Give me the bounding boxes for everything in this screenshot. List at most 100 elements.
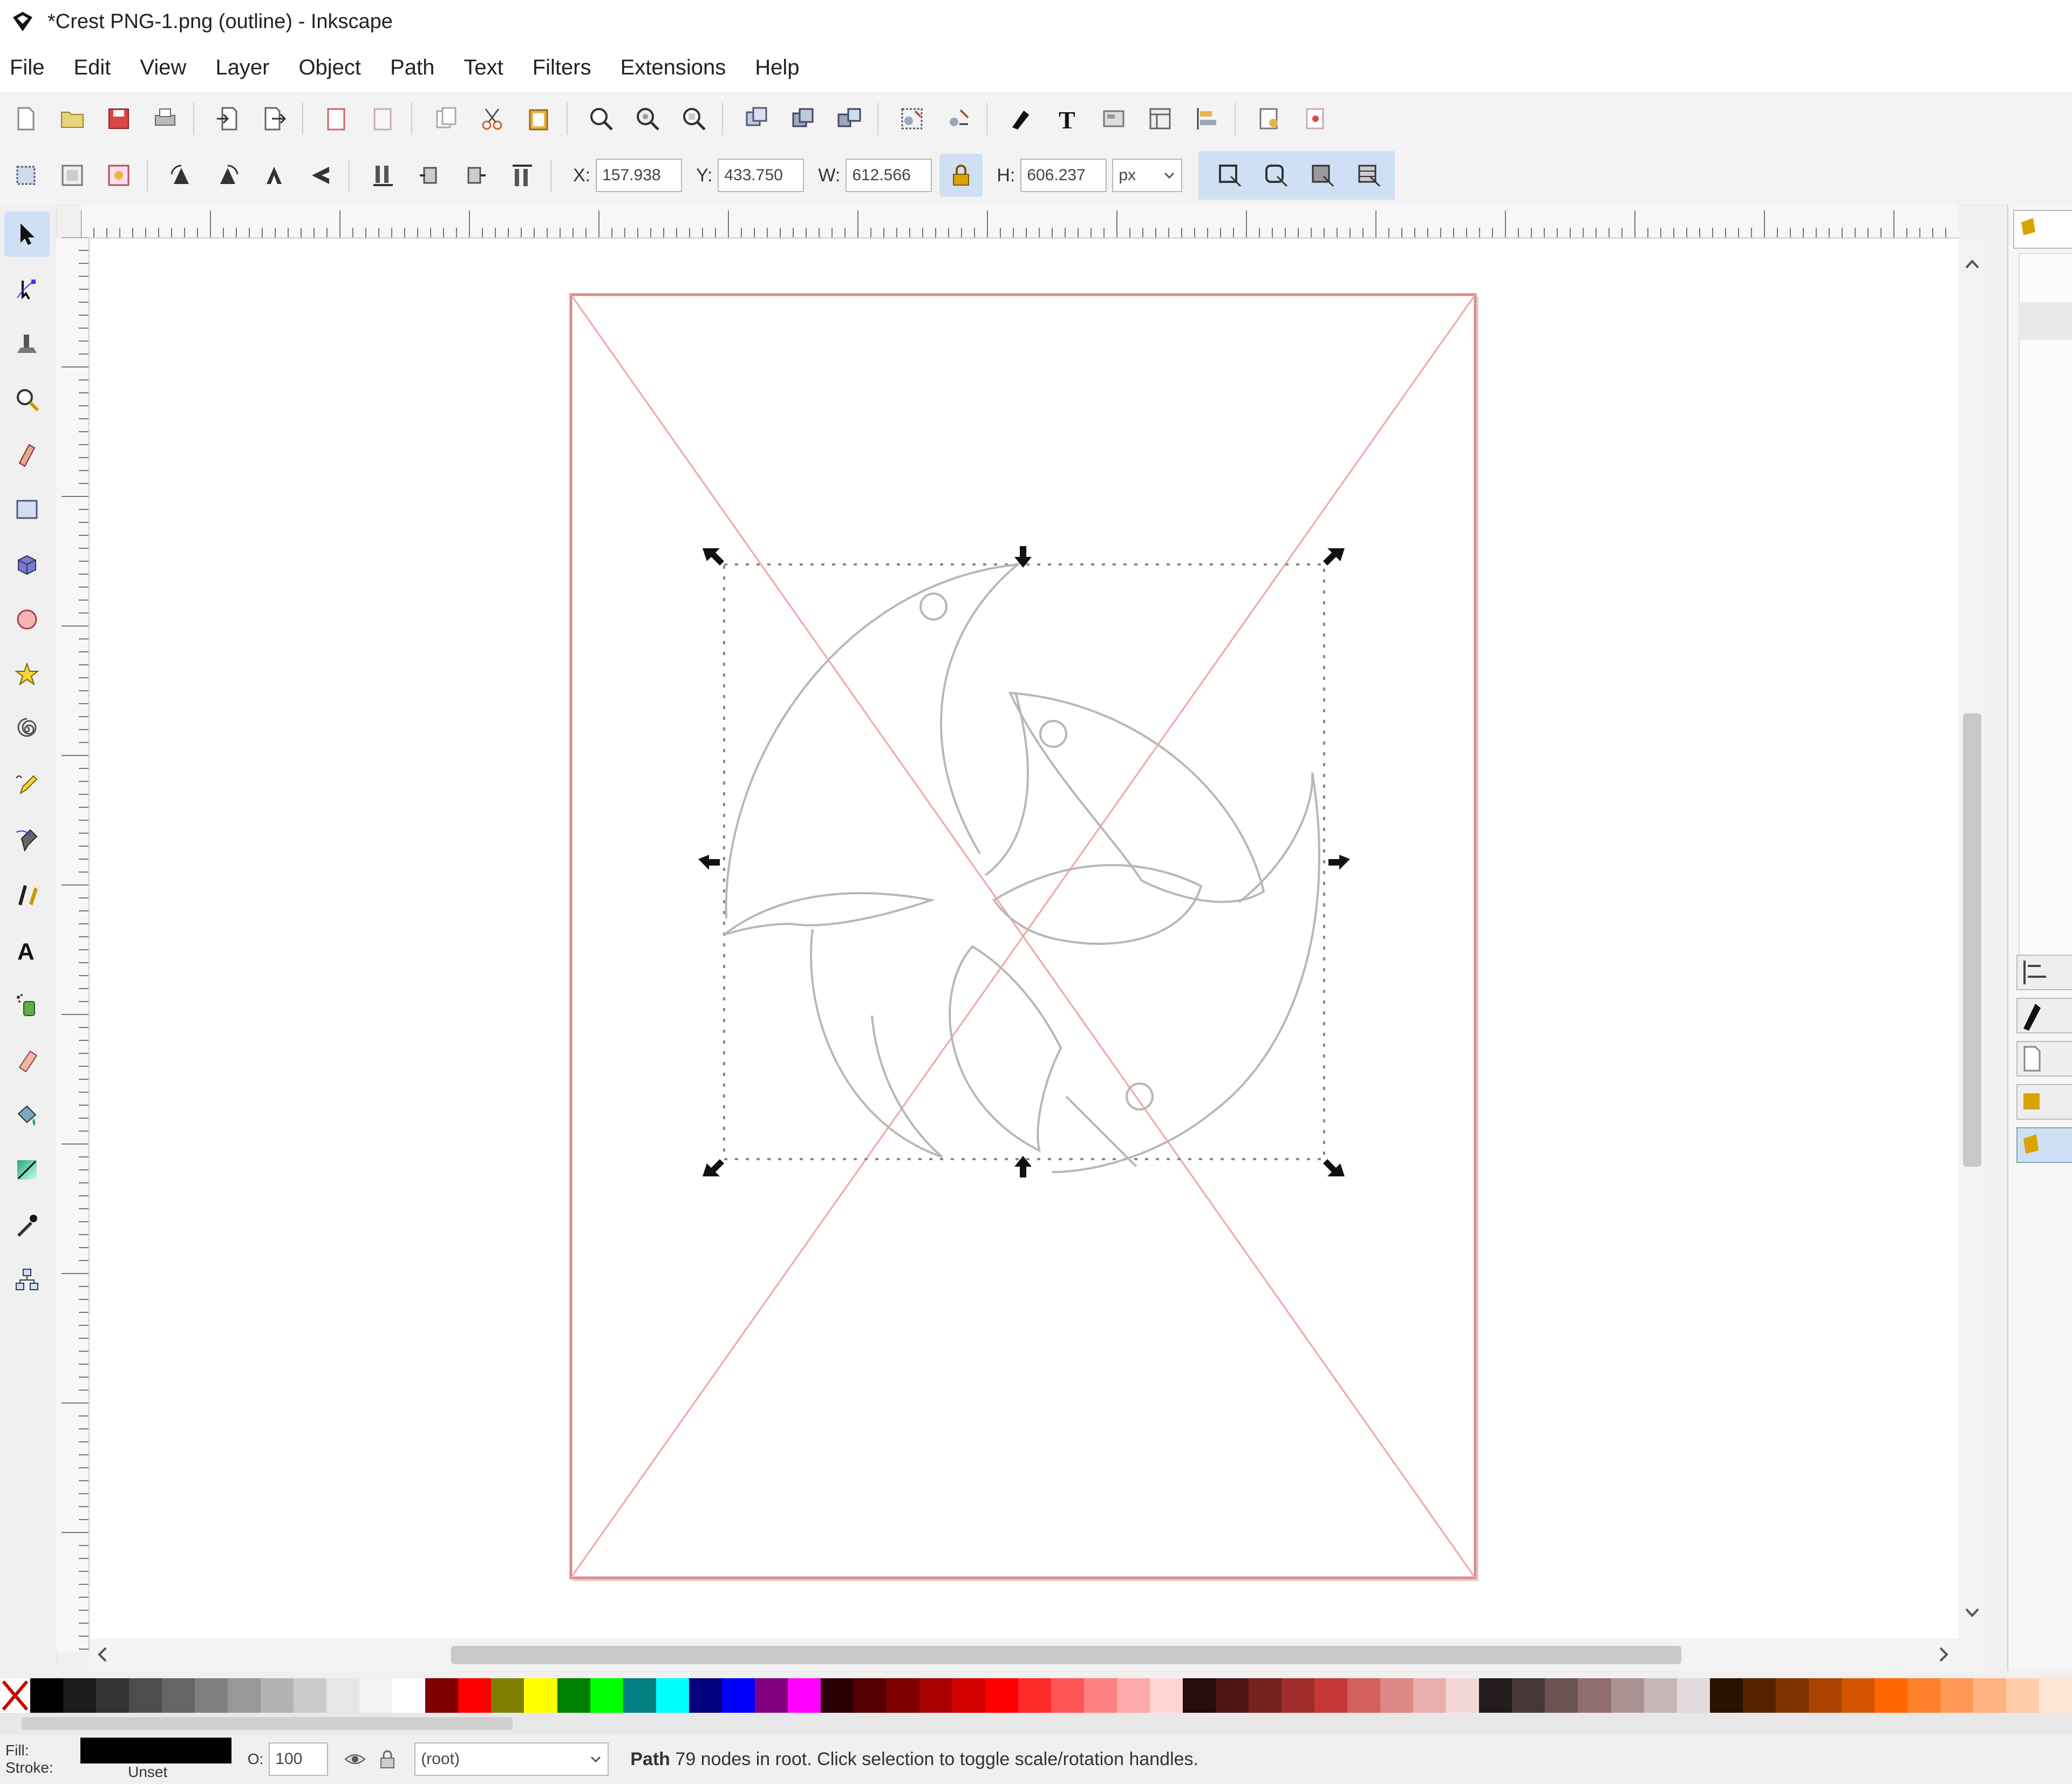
palette-swatch[interactable] bbox=[1183, 1678, 1216, 1713]
tweak-tool[interactable] bbox=[4, 322, 50, 367]
select-all-layers-button[interactable] bbox=[57, 160, 87, 190]
cut-button[interactable] bbox=[477, 104, 507, 134]
star-tool[interactable] bbox=[4, 652, 50, 697]
vertical-scrollbar[interactable] bbox=[1959, 239, 1986, 1638]
palette-swatch[interactable] bbox=[1446, 1678, 1480, 1713]
dropper-tool[interactable] bbox=[4, 1202, 50, 1248]
palette-swatch[interactable] bbox=[1545, 1678, 1578, 1713]
palette-swatch[interactable] bbox=[1413, 1678, 1447, 1713]
xml-editor-button[interactable] bbox=[1099, 104, 1129, 134]
palette-swatch[interactable] bbox=[1940, 1678, 1973, 1713]
text-tool[interactable]: A bbox=[4, 927, 50, 972]
horizontal-ruler[interactable] bbox=[80, 205, 1959, 239]
no-paint-swatch[interactable] bbox=[0, 1678, 30, 1713]
height-input[interactable]: 606.237 bbox=[1020, 159, 1107, 192]
copy-button[interactable] bbox=[431, 104, 461, 134]
palette-swatch[interactable] bbox=[162, 1678, 195, 1713]
palette-swatch[interactable] bbox=[458, 1678, 492, 1713]
node-tool[interactable] bbox=[4, 267, 50, 312]
align-distribute-button[interactable] bbox=[1191, 104, 1222, 134]
menu-text[interactable]: Text bbox=[464, 56, 503, 80]
raise-button[interactable] bbox=[461, 160, 491, 190]
selector-tool[interactable] bbox=[4, 212, 50, 257]
print-preview-button[interactable] bbox=[1300, 104, 1331, 134]
palette-swatch[interactable] bbox=[1709, 1678, 1743, 1713]
paste-button[interactable] bbox=[523, 104, 554, 134]
palette-swatch[interactable] bbox=[326, 1678, 360, 1713]
palette-swatch[interactable] bbox=[228, 1678, 261, 1713]
palette-swatch[interactable] bbox=[1216, 1678, 1249, 1713]
connector-tool[interactable] bbox=[4, 1257, 50, 1303]
y-input[interactable]: 433.750 bbox=[718, 159, 805, 192]
transform-patterns-toggle[interactable] bbox=[1354, 160, 1384, 190]
select-all-button[interactable] bbox=[11, 160, 41, 190]
ellipse-tool[interactable] bbox=[4, 597, 50, 642]
palette-swatch[interactable] bbox=[985, 1678, 1018, 1713]
fill-stroke-indicator[interactable]: Unset bbox=[64, 1738, 231, 1781]
print-button[interactable] bbox=[150, 104, 180, 134]
rotate-ccw-button[interactable] bbox=[166, 160, 196, 190]
lock-layer-icon[interactable] bbox=[377, 1748, 398, 1770]
menu-edit[interactable]: Edit bbox=[73, 56, 111, 80]
paint-bucket-tool[interactable] bbox=[4, 1092, 50, 1138]
palette-swatch[interactable] bbox=[1973, 1678, 2006, 1713]
palette-swatch[interactable] bbox=[425, 1678, 459, 1713]
menu-layer[interactable]: Layer bbox=[215, 56, 269, 80]
palette-swatch[interactable] bbox=[721, 1678, 755, 1713]
palette-swatch[interactable] bbox=[1808, 1678, 1842, 1713]
rectangle-tool[interactable] bbox=[4, 487, 50, 532]
redo-button[interactable] bbox=[368, 104, 398, 134]
menu-file[interactable]: File bbox=[10, 56, 44, 80]
palette-swatch[interactable] bbox=[261, 1678, 294, 1713]
palette-swatch[interactable] bbox=[1775, 1678, 1809, 1713]
menu-path[interactable]: Path bbox=[390, 56, 434, 80]
palette-swatch[interactable] bbox=[195, 1678, 228, 1713]
duplicate-button[interactable] bbox=[741, 104, 772, 134]
calligraphy-tool[interactable] bbox=[4, 872, 50, 917]
spray-tool[interactable] bbox=[4, 982, 50, 1027]
palette-swatch[interactable] bbox=[1380, 1678, 1414, 1713]
zoom-page-button[interactable] bbox=[679, 104, 709, 134]
group-button[interactable] bbox=[897, 104, 927, 134]
zoom-selection-button[interactable] bbox=[586, 104, 616, 134]
palette-swatch[interactable] bbox=[392, 1678, 426, 1713]
palette-swatch[interactable] bbox=[1314, 1678, 1348, 1713]
palette-swatch[interactable] bbox=[1084, 1678, 1117, 1713]
palette-swatch[interactable] bbox=[1479, 1678, 1512, 1713]
palette-swatch[interactable] bbox=[919, 1678, 952, 1713]
zoom-drawing-button[interactable] bbox=[632, 104, 663, 134]
horizontal-scrollbar[interactable] bbox=[90, 1638, 1986, 1671]
scale-corners-toggle[interactable] bbox=[1261, 160, 1291, 190]
palette-swatch[interactable] bbox=[1676, 1678, 1710, 1713]
lower-to-bottom-button[interactable] bbox=[368, 160, 398, 190]
palette-swatch[interactable] bbox=[689, 1678, 722, 1713]
palette-swatch[interactable] bbox=[952, 1678, 985, 1713]
flip-vertical-button[interactable] bbox=[259, 160, 289, 190]
spiral-tool[interactable] bbox=[4, 707, 50, 752]
vertical-ruler[interactable] bbox=[56, 237, 90, 1651]
invert-selection-button[interactable] bbox=[104, 160, 134, 190]
palette-swatch[interactable] bbox=[1347, 1678, 1381, 1713]
menu-help[interactable]: Help bbox=[755, 56, 799, 80]
palette-swatch[interactable] bbox=[1742, 1678, 1776, 1713]
palette-swatch[interactable] bbox=[1282, 1678, 1315, 1713]
eye-icon[interactable] bbox=[344, 1748, 366, 1770]
palette-swatch[interactable] bbox=[524, 1678, 557, 1713]
palette-swatch[interactable] bbox=[1150, 1678, 1183, 1713]
text-font-button[interactable]: T bbox=[1052, 104, 1082, 134]
width-input[interactable]: 612.566 bbox=[846, 159, 932, 192]
palette-swatch[interactable] bbox=[853, 1678, 887, 1713]
transform-gradients-toggle[interactable] bbox=[1307, 160, 1338, 190]
fill-stroke-button[interactable] bbox=[1006, 104, 1036, 134]
clone-button[interactable] bbox=[788, 104, 818, 134]
palette-swatch[interactable] bbox=[1249, 1678, 1282, 1713]
export-button[interactable] bbox=[259, 104, 289, 134]
palette-swatch[interactable] bbox=[1512, 1678, 1545, 1713]
document-properties-button[interactable] bbox=[1145, 104, 1175, 134]
palette-swatch[interactable] bbox=[1907, 1678, 1940, 1713]
drawing-canvas[interactable] bbox=[90, 239, 1959, 1638]
x-input[interactable]: 157.938 bbox=[596, 159, 683, 192]
rotate-cw-button[interactable] bbox=[213, 160, 243, 190]
palette-swatch[interactable] bbox=[1611, 1678, 1644, 1713]
palette-swatch[interactable] bbox=[2039, 1678, 2072, 1713]
